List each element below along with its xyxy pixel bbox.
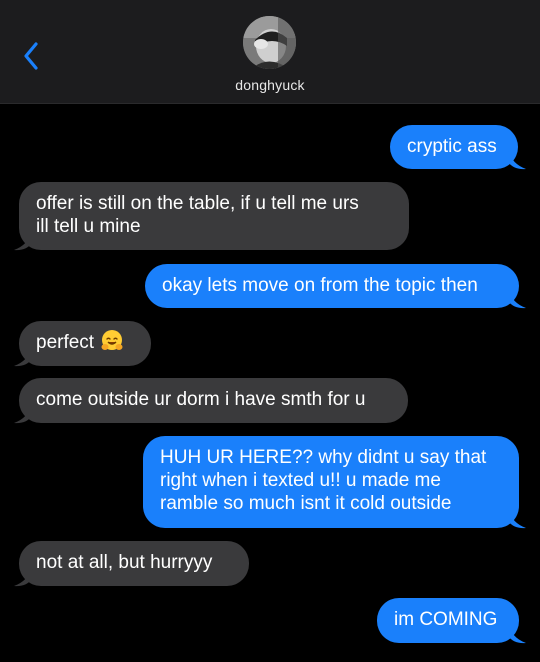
back-button[interactable] [14, 38, 48, 74]
chevron-left-icon [24, 42, 38, 70]
avatar-photo [243, 16, 296, 69]
outgoing-message[interactable]: im COMING [377, 598, 519, 643]
bubble-tail [14, 347, 32, 367]
message-text: cryptic ass [407, 136, 497, 157]
bubble-tail [14, 231, 32, 251]
message-text: HUH UR HERE?? why didnt u say that [160, 447, 487, 468]
bubble-tail [14, 567, 32, 587]
message-text: come outside ur dorm i have smth for u [36, 389, 366, 410]
bubble-tail [14, 404, 32, 424]
message-text: perfect [36, 332, 95, 353]
contact-avatar[interactable] [243, 16, 296, 69]
incoming-message[interactable]: perfect [19, 321, 151, 366]
message-text: ill tell u mine [36, 216, 141, 237]
bubble-tail [508, 509, 526, 529]
message-text: right when i texted u!! u made me [160, 470, 441, 491]
contact-name[interactable]: donghyuck [0, 77, 540, 93]
conversation-header: donghyuck [0, 0, 540, 104]
hugging-face-emoji [101, 329, 123, 350]
message-text: im COMING [394, 609, 498, 630]
message-text: okay lets move on from the topic then [162, 275, 478, 296]
outgoing-message[interactable]: HUH UR HERE?? why didnt u say that right… [143, 436, 519, 528]
bubble-tail [508, 624, 526, 644]
incoming-message[interactable]: come outside ur dorm i have smth for u [19, 378, 408, 423]
bubble-tail [508, 150, 526, 170]
outgoing-message[interactable]: cryptic ass [390, 125, 518, 169]
message-text: offer is still on the table, if u tell m… [36, 193, 359, 214]
outgoing-message[interactable]: okay lets move on from the topic then [145, 264, 519, 308]
message-text: not at all, but hurryyy [36, 552, 213, 573]
bubble-tail [508, 289, 526, 309]
incoming-message[interactable]: not at all, but hurryyy [19, 541, 249, 586]
message-text: ramble so much isnt it cold outside [160, 493, 452, 514]
incoming-message[interactable]: offer is still on the table, if u tell m… [19, 182, 409, 250]
